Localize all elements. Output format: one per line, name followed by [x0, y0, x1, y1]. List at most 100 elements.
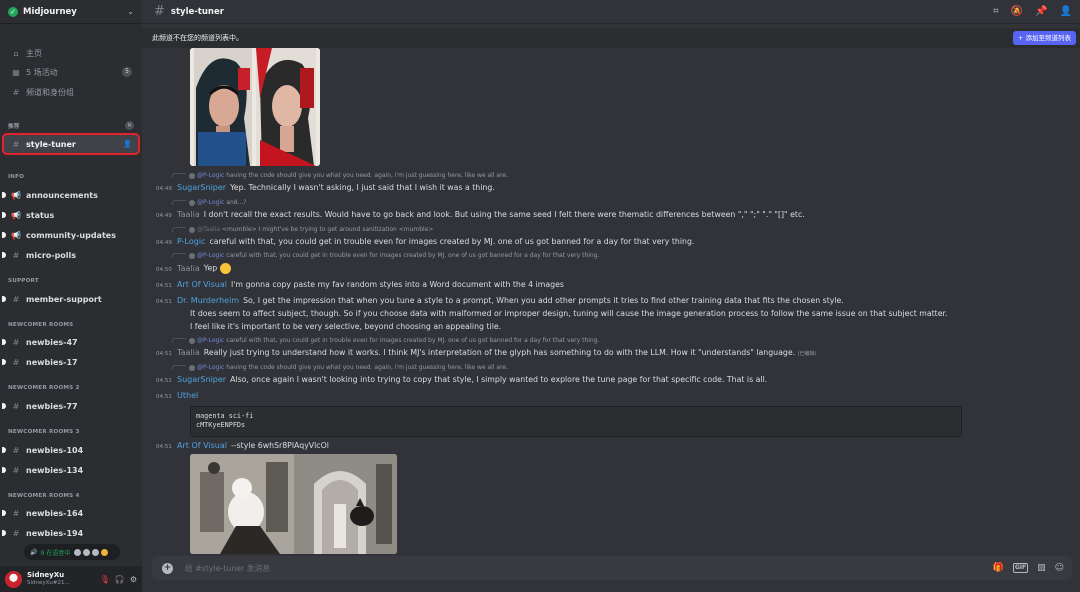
author-name[interactable]: Taalia [177, 264, 200, 273]
voice-status: 9 在语音中 [40, 549, 71, 557]
add-member-icon[interactable]: 👤 [123, 140, 132, 148]
author-name[interactable]: Dr. Murderheim [177, 296, 239, 305]
section-header[interactable]: NEWCOMER ROOMS 3 [8, 429, 80, 435]
avatar[interactable] [5, 570, 22, 588]
section-header[interactable]: NEWCOMER ROOMS 2 [8, 385, 80, 391]
unread-indicator [2, 530, 6, 536]
nav-events[interactable]: ▦ 5 场活动 5 [4, 63, 138, 81]
chevron-down-icon[interactable]: ⌄ [127, 7, 134, 16]
reply-reference[interactable]: @P-Logic careful with that, you could ge… [172, 252, 599, 259]
server-name: Midjourney [23, 6, 77, 17]
channel-label: newbies-104 [26, 445, 84, 455]
channel-newbies-164[interactable]: # newbies-164 [2, 504, 138, 522]
close-icon[interactable]: ✕ [125, 121, 134, 130]
add-to-channel-list-button[interactable]: + 添加至频道列表 [1012, 31, 1076, 45]
reply-spine [172, 253, 186, 258]
reply-text: careful with that, you could get in trou… [226, 337, 600, 344]
username: SidneyXu [27, 570, 65, 579]
channel-newbies-77[interactable]: # newbies-77 [2, 397, 138, 415]
mention[interactable]: @P-Logic [197, 199, 224, 206]
avatar [83, 548, 91, 556]
members-icon[interactable]: 👤 [1060, 6, 1072, 17]
author-name[interactable]: SugarSniper [177, 183, 226, 192]
gift-icon[interactable]: 🎁 [993, 563, 1004, 573]
reply-reference[interactable]: @P-Logic having the code should give you… [172, 364, 508, 371]
user-names[interactable]: SidneyXu SidneyXu#21... [27, 570, 95, 587]
mute-bell-icon[interactable]: 🔕 [1011, 6, 1023, 17]
header-toolbar: ⌗ 🔕 📌 👤 [993, 6, 1072, 17]
voice-activity-pill[interactable]: 🔊 9 在语音中 [24, 544, 120, 560]
author-name[interactable]: Taalia [177, 210, 200, 219]
message: 04:51 Uthel [156, 391, 202, 400]
channel-member-support[interactable]: # member-support [2, 290, 138, 308]
mute-mic-icon[interactable]: 🎙 [100, 575, 110, 584]
channel-newbies-104[interactable]: # newbies-104 [2, 441, 138, 459]
edited-label: (已编辑) [797, 351, 817, 357]
section-header[interactable]: NEWCOMER ROOMS 4 [8, 493, 80, 499]
image-attachment[interactable] [190, 454, 397, 554]
channel-header: # style-tuner ⌗ 🔕 📌 👤 [142, 0, 1080, 24]
author-name[interactable]: Uthel [177, 391, 198, 400]
reply-reference[interactable]: @P-Logic and...? [172, 199, 246, 206]
section-recommended: 推荐 [8, 124, 20, 130]
channel-micro-polls[interactable]: # micro-polls [2, 246, 138, 264]
code-block[interactable]: magenta sci-fi cMTKyeENPFDs [190, 406, 962, 437]
emoji-picker-icon[interactable]: ☺ [1055, 563, 1064, 573]
channel-label: newbies-164 [26, 508, 84, 518]
avatar [189, 252, 195, 259]
section-header[interactable]: NEWCOMER ROOMS [8, 322, 73, 328]
section-header[interactable]: SUPPORT [8, 278, 39, 284]
add-attachment-button[interactable]: + [162, 562, 173, 574]
author-name[interactable]: P-Logic [177, 237, 205, 246]
channel-newbies-194[interactable]: # newbies-194 [2, 524, 138, 542]
author-name[interactable]: Art Of Visual [177, 441, 227, 450]
threads-icon[interactable]: ⌗ [993, 6, 999, 17]
channel-newbies-47[interactable]: # newbies-47 [2, 333, 138, 351]
calendar-icon: ▦ [12, 67, 20, 77]
reply-reference[interactable]: @P-Logic having the code should give you… [172, 172, 508, 179]
message-composer[interactable]: + 给 #style-tuner 发消息 🎁 GIF ▧ ☺ [152, 556, 1072, 580]
timestamp: 04:51 [156, 378, 172, 384]
code-line: cMTKyeENPFDs [196, 421, 246, 429]
mention[interactable]: @P-Logic [197, 172, 224, 179]
mention[interactable]: @P-Logic [197, 252, 224, 259]
timestamp: 04:49 [156, 186, 172, 192]
message-text: I'm gonna copy paste my fav random style… [230, 280, 564, 289]
sticker-icon[interactable]: ▧ [1037, 563, 1046, 573]
gear-icon[interactable]: ⚙ [130, 575, 137, 584]
section-header[interactable]: INFO [8, 174, 24, 180]
message: 04:49 P-Logic careful with that, you could… [156, 237, 694, 246]
mention[interactable]: @P-Logic [197, 364, 224, 371]
channel-label: announcements [26, 190, 98, 200]
message-input[interactable]: 给 #style-tuner 发消息 [185, 563, 993, 574]
author-name[interactable]: Art Of Visual [177, 280, 227, 289]
image-attachment[interactable] [190, 48, 320, 166]
avatar [101, 548, 109, 556]
channel-community-updates[interactable]: 📢 community-updates [2, 226, 138, 244]
channel-announcements[interactable]: 📢 announcements [2, 186, 138, 204]
channel-newbies-134[interactable]: # newbies-134 [2, 461, 138, 479]
pin-icon[interactable]: 📌 [1035, 6, 1047, 17]
nav-home[interactable]: ⌂ 主页 [4, 44, 138, 62]
timestamp: 04:50 [156, 266, 172, 273]
channel-label: newbies-77 [26, 401, 78, 411]
channels-roles-icon: # [12, 87, 20, 97]
message: 04:51 Art Of Visual I'm gonna copy paste m… [156, 280, 564, 289]
nav-channels-roles[interactable]: # 频道和身份组 [4, 83, 138, 101]
headphones-icon[interactable]: 🎧 [115, 575, 125, 584]
channel-label: newbies-17 [26, 357, 78, 367]
reply-reference[interactable]: @Taalia <mumble> I might've be trying to… [172, 226, 433, 233]
events-count-badge: 5 [122, 67, 132, 77]
channel-status[interactable]: 📢 status [2, 206, 138, 224]
user-panel: SidneyXu SidneyXu#21... 🎙 🎧 ⚙ [0, 566, 142, 592]
mention[interactable]: @P-Logic [197, 337, 224, 344]
mention[interactable]: @Taalia [197, 226, 220, 233]
reply-reference[interactable]: @P-Logic careful with that, you could ge… [172, 337, 599, 344]
hash-icon: # [12, 250, 20, 260]
channel-newbies-17[interactable]: # newbies-17 [2, 353, 138, 371]
channel-style-tuner[interactable]: # style-tuner 👤 [2, 133, 140, 155]
author-name[interactable]: SugarSniper [177, 375, 226, 384]
author-name[interactable]: Taalia [177, 348, 200, 357]
gif-icon[interactable]: GIF [1012, 563, 1029, 573]
server-header[interactable]: ✓ Midjourney ⌄ [0, 0, 142, 24]
